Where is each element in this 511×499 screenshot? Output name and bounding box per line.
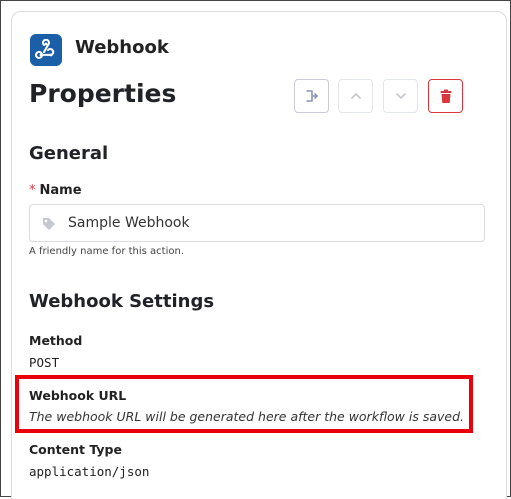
branch-button[interactable] bbox=[294, 79, 329, 113]
required-mark: * bbox=[29, 183, 36, 198]
name-input-box[interactable] bbox=[29, 204, 485, 242]
screenshot-frame: Webhook Properties General * Name Sample… bbox=[0, 0, 511, 499]
method-label: Method bbox=[29, 333, 83, 348]
name-field-hint: A friendly name for this action. bbox=[29, 246, 184, 257]
branch-icon bbox=[305, 90, 318, 102]
webhook-settings-title: Webhook Settings bbox=[29, 291, 215, 312]
general-section-title: General bbox=[29, 143, 109, 164]
webhook-url-label: Webhook URL bbox=[29, 388, 127, 403]
method-value: POST bbox=[29, 355, 60, 370]
name-field-label: * Name bbox=[29, 183, 82, 198]
chevron-down-icon bbox=[395, 93, 406, 99]
tag-icon bbox=[43, 218, 55, 230]
webhook-url-value: The webhook URL will be generated here a… bbox=[29, 409, 464, 424]
content-type-label: Content Type bbox=[29, 442, 122, 457]
chevron-up-icon bbox=[350, 93, 361, 99]
webhook-icon bbox=[30, 34, 62, 66]
app-name: Webhook bbox=[75, 37, 169, 58]
move-down-button[interactable] bbox=[383, 79, 418, 113]
name-label-text: Name bbox=[39, 183, 82, 198]
delete-button[interactable] bbox=[428, 79, 463, 113]
content-type-value: application/json bbox=[29, 464, 150, 479]
name-input[interactable] bbox=[68, 215, 468, 231]
properties-panel: Webhook Properties General * Name Sample… bbox=[11, 11, 507, 499]
trash-icon bbox=[440, 89, 451, 103]
page-title: Properties bbox=[29, 79, 177, 108]
move-up-button[interactable] bbox=[338, 79, 373, 113]
